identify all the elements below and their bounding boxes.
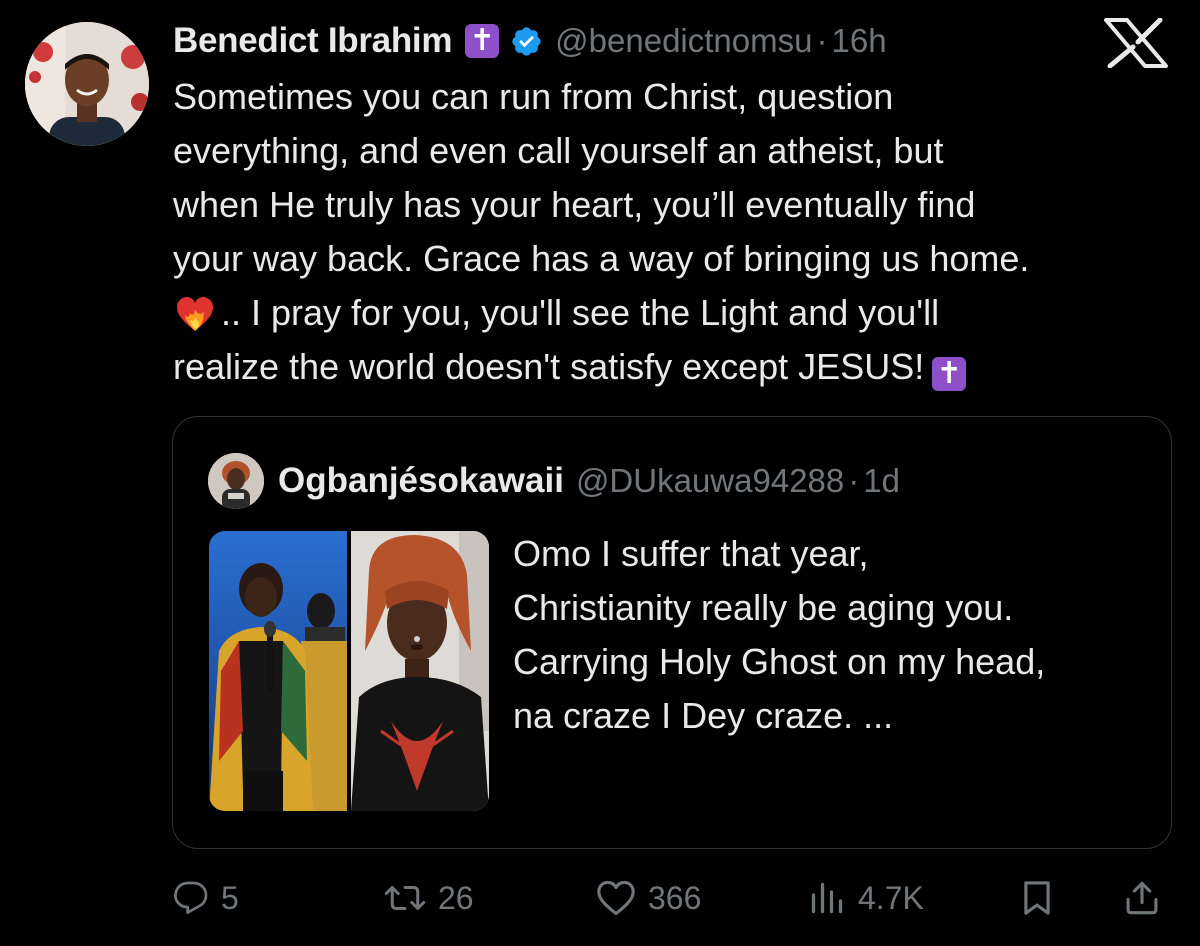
heart-icon [597, 880, 635, 916]
quoted-tweet-media[interactable] [209, 531, 489, 811]
tweet-text-line-with-emoji: realize the world doesn't satisfy except… [173, 340, 1173, 394]
quoted-tweet-header: Ogbanjésokawaii @DUkauwa94288 · 1d [208, 453, 900, 509]
quoted-text-line: Carrying Holy Ghost on my head, [513, 641, 1046, 682]
quoted-text-line: Christianity really be aging you. [513, 587, 1014, 628]
tweet-header: Benedict Ibrahim ✝ @benedictnomsu · 16h [173, 18, 887, 64]
latin-cross-emoji: ✝ [932, 357, 967, 391]
quoted-tweet-card[interactable]: Ogbanjésokawaii @DUkauwa94288 · 1d Omo I… [172, 416, 1172, 849]
tweet-text-line: when He truly has your heart, you’ll eve… [173, 184, 976, 225]
tweet-actions-bar: 5 26 366 4.7K [0, 868, 1200, 928]
x-logo-icon [1100, 18, 1172, 68]
quoted-text-line: Omo I suffer that year, [513, 533, 869, 574]
repost-count: 26 [438, 879, 474, 916]
repost-icon [384, 886, 426, 910]
quoted-avatar-image [208, 453, 264, 509]
quoted-author-display-name[interactable]: Ogbanjésokawaii [278, 461, 564, 501]
separator-dot: · [848, 462, 860, 499]
tweet-text-line: realize the world doesn't satisfy except… [173, 346, 925, 387]
heart-on-fire-emoji [173, 293, 217, 333]
share-button[interactable] [1125, 874, 1159, 922]
like-button[interactable]: 366 [596, 874, 701, 922]
tweet-timestamp[interactable]: 16h [831, 22, 886, 60]
bookmark-button[interactable] [1020, 874, 1054, 922]
author-handle[interactable]: @benedictnomsu [555, 22, 812, 60]
tweet-text-line-with-emoji: .. I pray for you, you'll see the Light … [173, 286, 1173, 340]
author-display-name[interactable]: Benedict Ibrahim [173, 21, 452, 61]
verified-badge-icon[interactable] [510, 25, 543, 58]
like-count: 366 [648, 879, 702, 916]
tweet: Benedict Ibrahim ✝ @benedictnomsu · 16h … [0, 0, 1200, 946]
reply-count: 5 [221, 879, 239, 916]
tweet-body: Sometimes you can run from Christ, quest… [173, 70, 1173, 394]
tweet-text-line: your way back. Grace has a way of bringi… [173, 238, 1030, 279]
share-icon [1126, 881, 1158, 915]
quoted-photo-singer[interactable] [209, 531, 347, 811]
tweet-text-line: everything, and even call yourself an at… [173, 130, 944, 171]
quoted-author-avatar[interactable] [208, 453, 264, 509]
reply-button[interactable]: 5 [173, 874, 239, 922]
tweet-text-line: .. I pray for you, you'll see the Light … [221, 292, 940, 333]
repost-button[interactable]: 26 [384, 874, 474, 922]
view-count: 4.7K [858, 879, 924, 916]
quoted-photo-portrait[interactable] [351, 531, 489, 811]
views-button[interactable]: 4.7K [808, 874, 924, 922]
quoted-tweet-body: Omo I suffer that year, Christianity rea… [513, 527, 1153, 743]
quoted-tweet-timestamp[interactable]: 1d [863, 462, 900, 500]
separator-dot: · [816, 22, 828, 59]
author-avatar[interactable] [25, 22, 149, 146]
author-avatar-image [25, 22, 149, 146]
views-chart-icon [811, 882, 843, 914]
reply-icon [173, 881, 208, 914]
quoted-text-line: na craze I Dey craze. ... [513, 695, 894, 736]
quoted-author-handle[interactable]: @DUkauwa94288 [576, 462, 844, 500]
tweet-text-line: Sometimes you can run from Christ, quest… [173, 76, 894, 117]
bookmark-icon [1024, 881, 1050, 915]
latin-cross-emoji: ✝ [465, 24, 500, 58]
